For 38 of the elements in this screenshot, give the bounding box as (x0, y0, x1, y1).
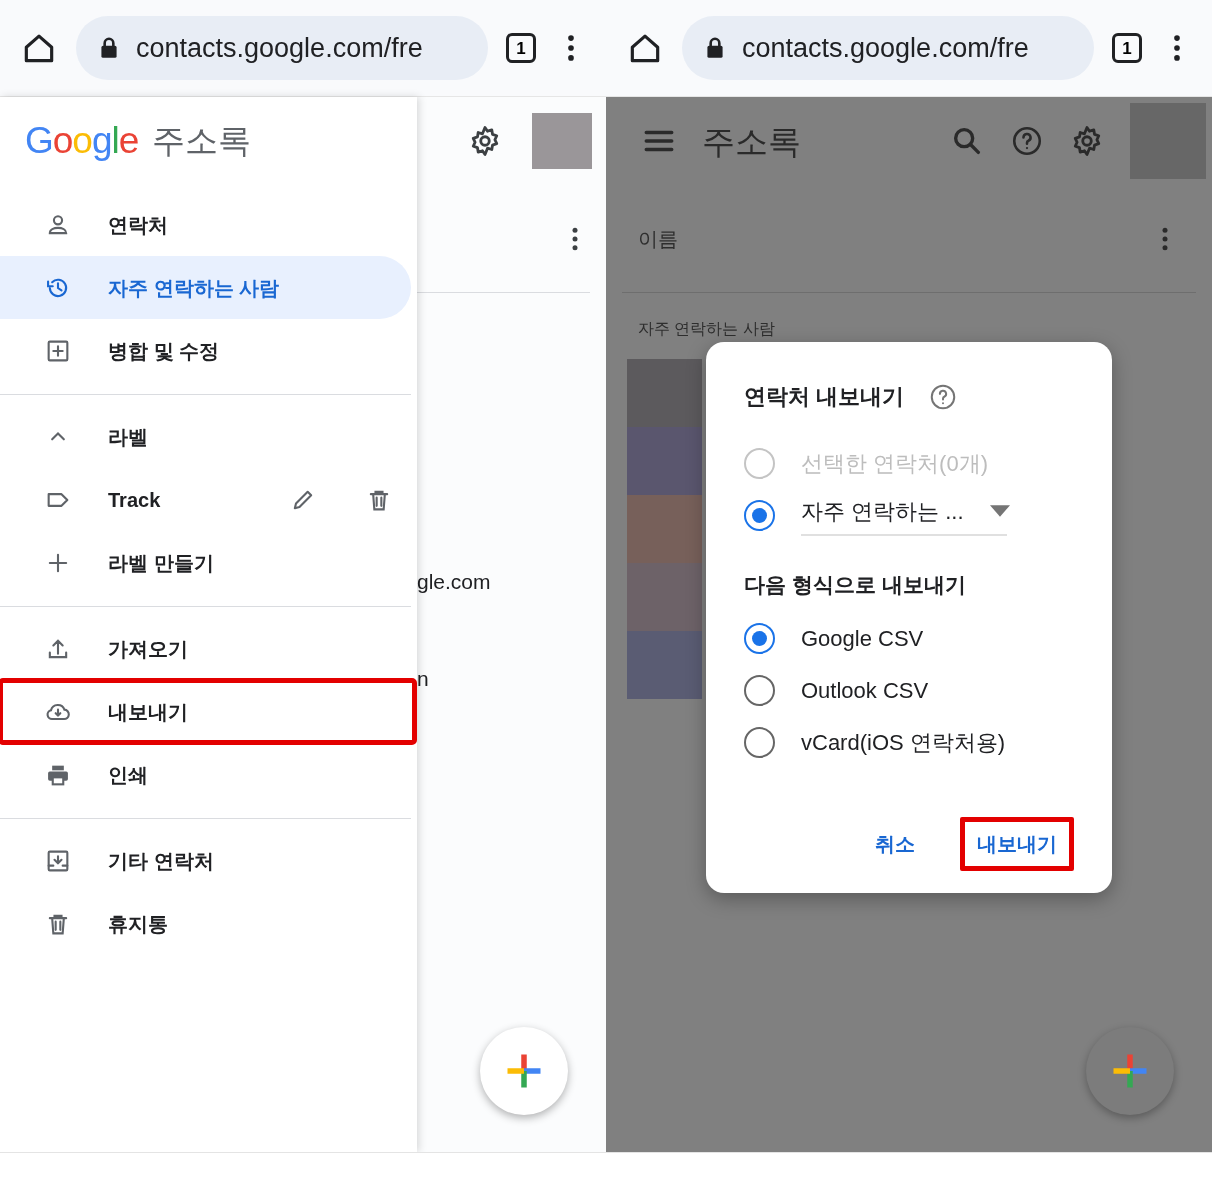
app-title: 주소록 (152, 123, 252, 157)
email-text: n (417, 668, 430, 689)
email-text: gle.com (417, 571, 492, 592)
address-bar[interactable]: contacts.google.com/fre (682, 16, 1094, 80)
tab-count-button[interactable]: 1 (506, 33, 536, 63)
radio-button[interactable] (744, 675, 775, 706)
url-text: contacts.google.com/fre (742, 31, 1029, 65)
drawer-item[interactable]: 기타 연락처 (0, 829, 411, 892)
google-logo: Google (25, 121, 139, 159)
radio-button[interactable] (744, 623, 775, 654)
radio-option[interactable]: Outlook CSV (744, 664, 929, 717)
drawer-item[interactable]: 병합 및 수정 (0, 319, 411, 382)
address-bar[interactable]: contacts.google.com/fre (76, 16, 488, 80)
section-label: 자주 연락하는 사람 (637, 319, 776, 337)
section-heading: 다음 형식으로 내보내기 (744, 572, 967, 598)
drawer-item[interactable]: 휴지통 (0, 892, 411, 955)
app-title: 주소록 (702, 124, 802, 158)
column-header: 이름 (638, 226, 678, 252)
export-button[interactable]: 내보내기 (960, 816, 1074, 871)
drawer-item[interactable]: 자주 연락하는 사람 (0, 256, 411, 319)
drawer-item[interactable]: 인쇄 (0, 743, 411, 806)
dialog-title: 연락처 내보내기 (744, 383, 905, 411)
tab-count-button[interactable]: 1 (1112, 33, 1142, 63)
drawer-item[interactable]: 라벨 (0, 405, 411, 468)
url-text: contacts.google.com/fre (136, 31, 423, 65)
help-icon[interactable] (1010, 124, 1044, 158)
dropdown-arrow-icon (989, 505, 1010, 517)
radio-option[interactable]: 자주 연락하는 ... (744, 489, 1007, 541)
drawer-item[interactable]: 라벨 만들기 (0, 531, 411, 594)
radio-option[interactable]: vCard(iOS 연락처용) (744, 716, 1006, 769)
drawer-item[interactable]: 연락처 (0, 193, 411, 256)
radio-button[interactable] (744, 499, 775, 531)
drawer-item[interactable]: 가져오기 (0, 617, 411, 680)
drawer-item[interactable]: 내보내기 (0, 680, 415, 743)
drawer-item[interactable]: Track (0, 468, 411, 531)
radio-option[interactable]: Google CSV (744, 612, 924, 665)
radio-button[interactable] (744, 727, 775, 758)
cancel-button[interactable]: 취소 (858, 816, 932, 871)
